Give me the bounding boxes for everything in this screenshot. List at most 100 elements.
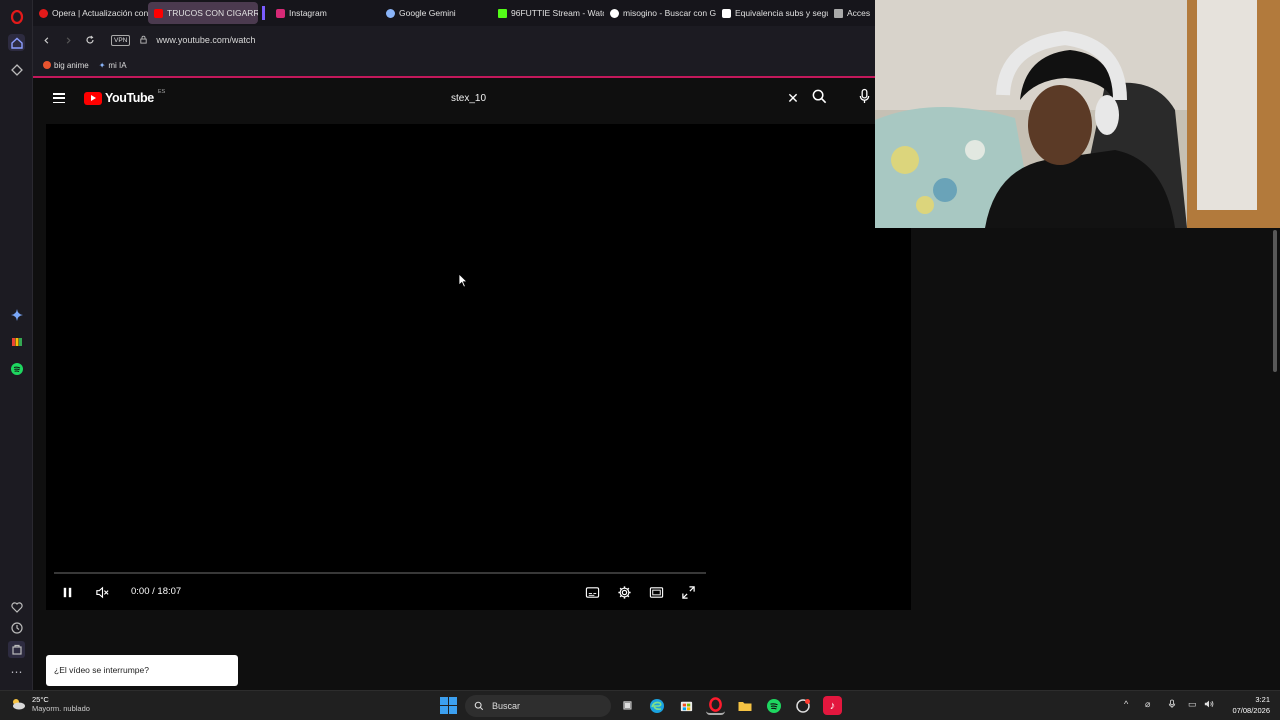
taskbar: 25°C Mayorm. nublado Buscar ▣ ♪ ^ ⌀ ▭ 3:… [0, 690, 1280, 720]
tab[interactable]: Instagram [270, 2, 380, 24]
microphone-icon[interactable] [858, 88, 872, 106]
bookmark-label: mi IA [108, 60, 127, 70]
temperature: 25°C [32, 695, 49, 704]
home-icon[interactable] [8, 34, 25, 51]
instagram-favicon-icon [276, 8, 285, 18]
mute-button[interactable] [93, 583, 111, 601]
network-off-icon[interactable]: ⌀ [1145, 699, 1150, 710]
scrollbar-thumb[interactable] [1273, 230, 1277, 372]
tiktok-icon[interactable]: ♪ [823, 696, 842, 715]
tab-label: 96FUTTIE Stream - Watch [511, 8, 604, 18]
multicolor-app-icon[interactable] [8, 333, 25, 350]
forward-button[interactable] [57, 29, 79, 51]
volume-icon[interactable] [1204, 699, 1214, 711]
tab[interactable]: misogino - Buscar con Go [604, 2, 716, 24]
bookmark-favicon-icon [43, 61, 51, 69]
opera-logo-icon[interactable] [8, 8, 25, 25]
windows-start-icon[interactable] [440, 697, 457, 714]
vpn-badge[interactable]: VPN [111, 34, 131, 46]
history-clock-icon[interactable] [8, 619, 25, 636]
tab[interactable]: 96FUTTIE Stream - Watch [492, 2, 604, 24]
tab-label: TRUCOS CON CIGARRO 3 [167, 8, 258, 18]
system-clock[interactable]: 3:21 07/08/2026 [1224, 694, 1270, 716]
mouse-cursor-icon [458, 273, 468, 288]
screen: ⋯ Opera | Actualización con TRUCOS CON C… [0, 0, 1280, 720]
tab-label: Opera | Actualización con [52, 8, 148, 18]
heart-icon[interactable] [8, 598, 25, 615]
tab-label: Acces [847, 8, 871, 18]
bookmark-mi-ia[interactable]: ✦ mi IA [99, 61, 127, 70]
fullscreen-button[interactable] [679, 583, 697, 601]
tab-label: misogino - Buscar con Go [623, 8, 716, 18]
edge-icon[interactable] [647, 696, 666, 715]
opera-taskbar-icon[interactable] [706, 696, 725, 715]
tab-label: Equivalencia subs y seguid [735, 8, 828, 18]
gemini-sparkle-icon: ✦ [98, 60, 106, 70]
youtube-play-logo-icon [84, 91, 102, 105]
search-icon [474, 701, 484, 711]
tab-strip: Opera | Actualización con TRUCOS CON CIG… [33, 0, 875, 26]
prompt-text: ¿El vídeo se interrumpe? [54, 665, 149, 675]
time-display: 0:00 / 18:07 [131, 586, 182, 597]
diamond-icon[interactable] [8, 61, 25, 78]
address-bar: VPN www.youtube.com/watch [33, 26, 875, 54]
search-input[interactable] [440, 92, 760, 104]
show-hidden-icons-chevron-icon[interactable]: ^ [1124, 699, 1128, 709]
clock-date: 07/08/2026 [1232, 706, 1270, 715]
video-interrupted-prompt[interactable]: ¿El vídeo se interrumpe? [46, 655, 238, 686]
cloudy-weather-icon [13, 699, 25, 710]
bookmark-big-anime[interactable]: big anime [43, 61, 89, 70]
taskbar-search[interactable]: Buscar [465, 695, 611, 717]
site-favicon-icon [834, 8, 843, 18]
task-view-icon[interactable]: ▣ [618, 696, 637, 715]
spotify-taskbar-icon[interactable] [764, 696, 783, 715]
video-player[interactable]: 0:00 / 18:07 [46, 124, 911, 610]
menu-icon[interactable] [53, 93, 65, 103]
reload-button[interactable] [79, 29, 101, 51]
weather-widget[interactable]: 25°C Mayorm. nublado [10, 695, 90, 713]
app-taskbar-icon[interactable] [793, 696, 812, 715]
settings-gear-icon[interactable] [615, 583, 633, 601]
pause-button[interactable] [58, 583, 76, 601]
page-scrollbar[interactable] [1270, 228, 1280, 688]
tab-active[interactable]: TRUCOS CON CIGARRO 3 [148, 2, 258, 24]
progress-bar[interactable] [54, 572, 706, 574]
youtube-logo[interactable]: YouTube ES [84, 89, 165, 105]
search-label: Buscar [492, 701, 521, 711]
tab[interactable]: Acces [828, 2, 873, 24]
tab[interactable]: Opera | Actualización con [33, 2, 148, 24]
tab-separator [258, 2, 270, 24]
microphone-tray-icon[interactable] [1168, 699, 1176, 711]
youtube-favicon-icon [154, 8, 163, 18]
weather-condition: Mayorm. nublado [32, 704, 90, 713]
tab[interactable]: Google Gemini [380, 2, 492, 24]
opera-sidebar: ⋯ [0, 0, 33, 690]
search-icon[interactable] [811, 88, 829, 106]
opera-favicon-icon [39, 8, 48, 18]
clear-search-icon[interactable]: ✕ [785, 90, 801, 106]
webcam-overlay [875, 0, 1280, 228]
webcam-feed-image [875, 0, 1280, 228]
player-controls: 0:00 / 18:07 [46, 580, 706, 604]
more-options-icon[interactable]: ⋯ [8, 663, 25, 680]
back-button[interactable] [35, 29, 57, 51]
theater-mode-button[interactable] [647, 583, 665, 601]
bookmarks-bar: big anime ✦ mi IA [33, 54, 875, 78]
extensions-icon[interactable] [8, 641, 25, 658]
kick-favicon-icon [498, 8, 507, 18]
store-icon[interactable] [677, 696, 696, 715]
bookmark-label: big anime [54, 60, 89, 70]
clock-time: 3:21 [1255, 695, 1270, 704]
url-field[interactable]: www.youtube.com/watch [156, 35, 255, 45]
file-explorer-icon[interactable] [735, 696, 754, 715]
gemini-icon[interactable] [8, 306, 25, 323]
search-box: ✕ [440, 86, 801, 110]
youtube-wordmark: YouTube [105, 91, 154, 105]
youtube-header: YouTube ES ✕ [33, 80, 875, 116]
subtitles-button[interactable] [583, 583, 601, 601]
tab[interactable]: Equivalencia subs y seguid [716, 2, 828, 24]
display-icon[interactable]: ▭ [1188, 699, 1197, 710]
lock-icon[interactable] [139, 35, 148, 45]
spotify-icon[interactable] [8, 360, 25, 377]
tab-label: Google Gemini [399, 8, 456, 18]
